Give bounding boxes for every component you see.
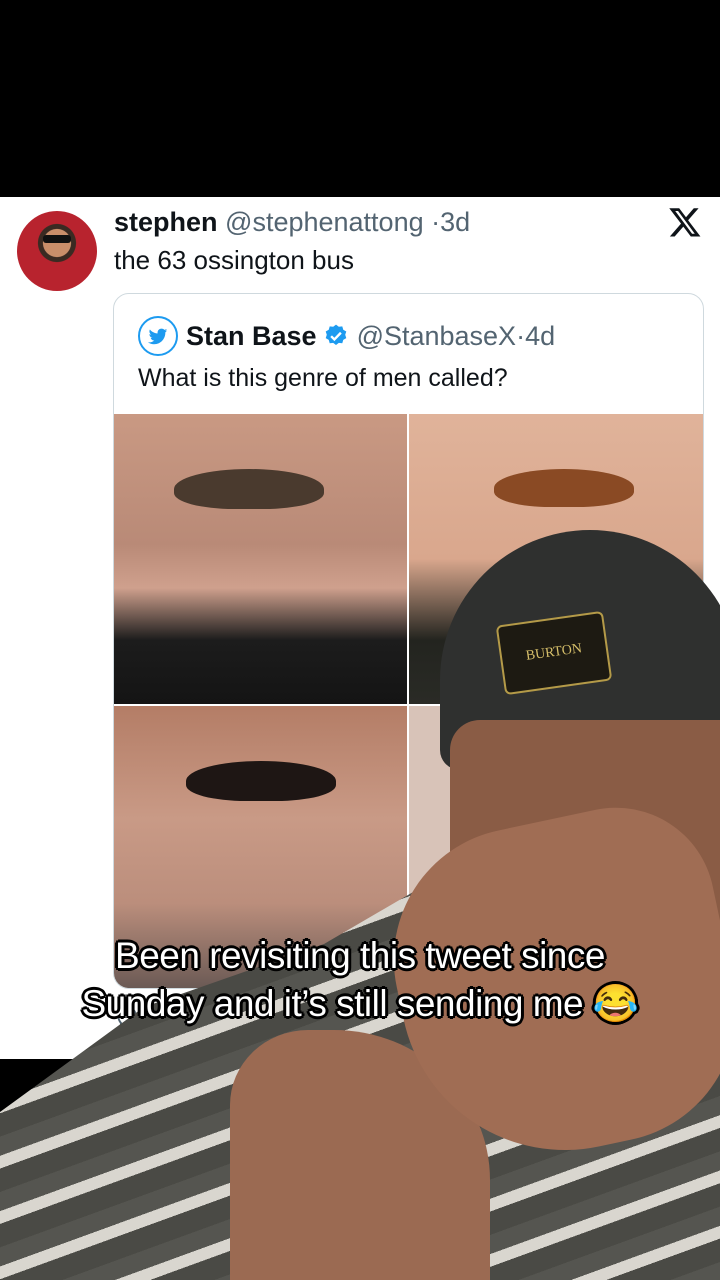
quoted-author-handle[interactable]: @StanbaseX [357,321,517,352]
photo-1[interactable] [114,414,407,704]
top-letterbox [0,0,720,197]
quoted-author-avatar[interactable] [138,316,178,356]
video-caption: Been revisiting this tweet since Sunday … [81,935,639,1024]
tweet-header: stephen @stephenattong ·3d [114,207,470,238]
quoted-author-name[interactable]: Stan Base [186,321,317,352]
quoted-tweet-text: What is this genre of men called? [138,364,508,392]
x-logo-icon [669,208,701,237]
bird-icon [147,328,168,345]
tweet-text: the 63 ossington bus [114,245,354,275]
quoted-tweet-time[interactable]: 4d [525,321,555,352]
quoted-tweet-header: Stan Base @StanbaseX · 4d [138,316,555,356]
author-handle[interactable]: @stephenattong [225,207,424,237]
beanie-patch-logo: BURTON [495,610,613,696]
separator: · [431,207,441,237]
separator: · [516,320,526,351]
tweet-time[interactable]: 3d [440,207,470,237]
author-name[interactable]: stephen [114,207,218,237]
verified-badge-icon [325,324,346,345]
author-avatar[interactable] [17,211,97,291]
